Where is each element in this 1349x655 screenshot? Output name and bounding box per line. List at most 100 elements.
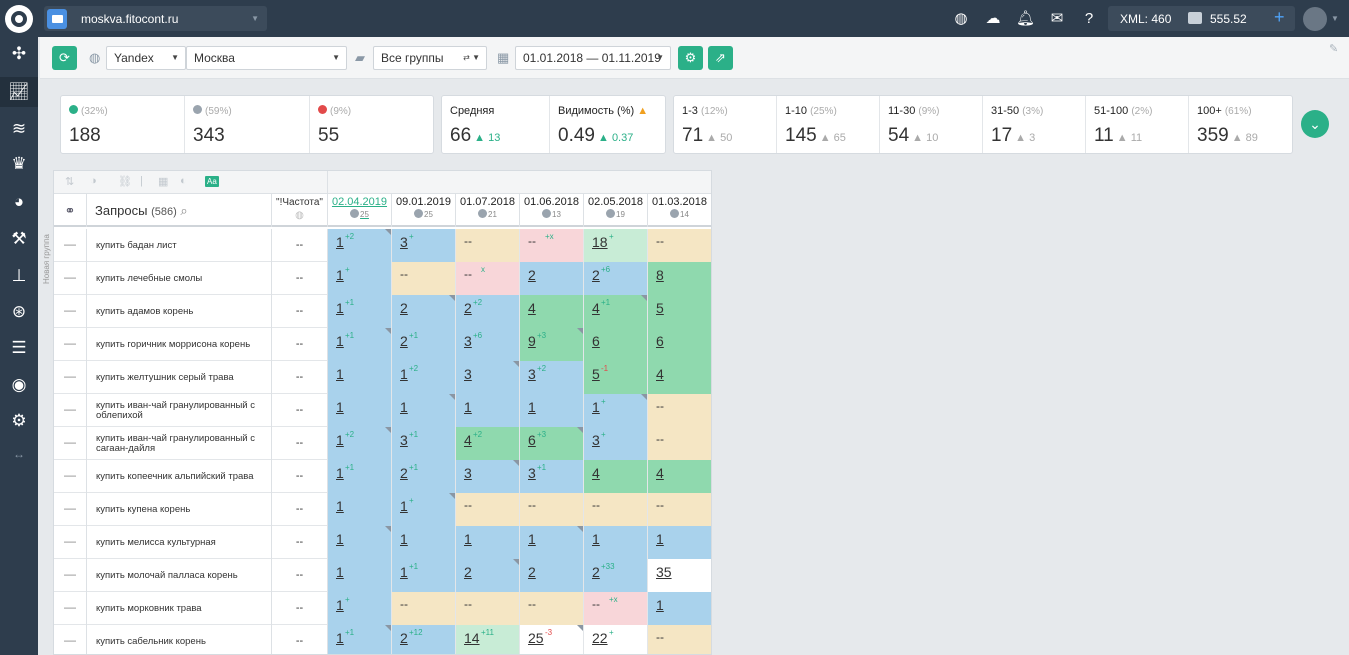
position-value[interactable]: 25 — [528, 630, 544, 646]
position-value[interactable]: -- — [464, 498, 472, 512]
position-value[interactable]: 2 — [400, 300, 408, 316]
position-cell[interactable]: 1 — [648, 592, 711, 625]
position-value[interactable]: 35 — [656, 564, 672, 580]
position-value[interactable]: 4 — [592, 300, 600, 316]
toggle-icon[interactable]: ◑ — [90, 175, 97, 187]
position-value[interactable]: 1 — [528, 531, 536, 547]
lifebuoy-icon[interactable]: ⊛ — [0, 297, 38, 327]
position-value[interactable]: 3 — [528, 366, 536, 382]
position-value[interactable]: 2 — [464, 564, 472, 580]
position-value[interactable]: 5 — [656, 300, 664, 316]
layers-icon[interactable]: ≋ — [0, 114, 38, 144]
position-value[interactable]: -- — [656, 498, 664, 512]
row-menu-button[interactable]: — — [54, 559, 87, 592]
position-cell[interactable]: -- — [456, 592, 520, 625]
help-icon[interactable]: ? — [1080, 10, 1098, 28]
groups-select[interactable]: Все группы ⇄ ▼ — [373, 46, 487, 70]
position-cell[interactable]: -- — [520, 493, 584, 526]
network-icon[interactable]: ✣ — [0, 39, 38, 69]
position-cell[interactable]: 3 + — [584, 427, 648, 460]
chart-icon[interactable]: 📈︎ — [0, 77, 38, 107]
export-button[interactable]: ⇗ — [708, 46, 733, 70]
arrows-icon[interactable]: ↔ — [0, 439, 38, 469]
position-cell[interactable]: 2 +1 — [392, 460, 456, 493]
row-menu-button[interactable]: — — [54, 592, 87, 625]
position-cell[interactable]: -- +x — [584, 592, 648, 625]
position-cell[interactable]: 2 +1 — [392, 328, 456, 361]
position-value[interactable]: 9 — [528, 333, 536, 349]
link-icon[interactable]: ⛓ — [118, 175, 132, 188]
gear-icon[interactable]: ⚙ — [0, 406, 38, 436]
position-cell[interactable]: 3 +1 — [392, 427, 456, 460]
row-menu-button[interactable]: — — [54, 328, 87, 361]
row-menu-button[interactable]: — — [54, 427, 87, 460]
position-value[interactable]: 1 — [336, 432, 344, 448]
refresh-button[interactable]: ⟳ — [52, 46, 77, 70]
position-cell[interactable]: 1 — [648, 526, 711, 559]
position-value[interactable]: -- — [656, 432, 664, 446]
position-cell[interactable]: 3 — [456, 460, 520, 493]
engine-select[interactable]: Yandex ▼ — [106, 46, 186, 70]
position-value[interactable]: 1 — [336, 234, 344, 250]
weather-icon[interactable]: ☁ — [984, 10, 1002, 28]
position-cell[interactable]: -- — [648, 394, 711, 427]
position-value[interactable]: 1 — [336, 399, 344, 415]
position-value[interactable]: 2 — [592, 267, 600, 283]
pie-icon[interactable]: ◕ — [0, 187, 38, 217]
position-cell[interactable]: 9 +3 — [520, 328, 584, 361]
position-cell[interactable]: 5 — [648, 295, 711, 328]
row-menu-button[interactable]: — — [54, 394, 87, 427]
position-cell[interactable]: 1 +1 — [328, 295, 392, 328]
row-menu-button[interactable]: — — [54, 493, 87, 526]
position-value[interactable]: -- — [656, 399, 664, 413]
position-value[interactable]: 1 — [336, 564, 344, 580]
position-value[interactable]: 1 — [592, 399, 600, 415]
contrast-icon[interactable]: ◐ — [180, 175, 187, 187]
position-cell[interactable]: 1 + — [328, 262, 392, 295]
avatar[interactable] — [1303, 7, 1327, 31]
settings-button[interactable]: ⚙ — [678, 46, 703, 70]
position-value[interactable]: 2 — [400, 333, 408, 349]
hammer-icon[interactable]: ⚒ — [0, 224, 38, 254]
position-value[interactable]: 18 — [592, 234, 608, 250]
position-cell[interactable]: 3 +2 — [520, 361, 584, 394]
position-value[interactable]: 2 — [400, 465, 408, 481]
sitemap-icon[interactable]: ⊥ — [0, 261, 38, 291]
position-cell[interactable]: 1 — [456, 394, 520, 427]
position-value[interactable]: 3 — [400, 234, 408, 250]
position-value[interactable]: 1 — [336, 630, 344, 646]
position-cell[interactable]: 2 — [520, 559, 584, 592]
position-value[interactable]: -- — [656, 630, 664, 644]
position-cell[interactable]: 4 — [648, 460, 711, 493]
row-menu-button[interactable]: — — [54, 361, 87, 394]
date-column-header[interactable]: 02.04.2019 25 — [328, 194, 392, 227]
position-value[interactable]: 1 — [656, 597, 664, 613]
position-cell[interactable]: 2 — [520, 262, 584, 295]
position-value[interactable]: 3 — [464, 366, 472, 382]
position-cell[interactable]: 1 — [328, 361, 392, 394]
position-value[interactable]: 3 — [528, 465, 536, 481]
position-cell[interactable]: 1 +2 — [392, 361, 456, 394]
position-value[interactable]: 2 — [400, 630, 408, 646]
date-column-header[interactable]: 01.03.2018 14 — [648, 194, 711, 227]
position-cell[interactable]: 4 — [520, 295, 584, 328]
position-value[interactable]: 1 — [528, 399, 536, 415]
position-value[interactable]: 1 — [336, 465, 344, 481]
chevron-down-icon[interactable]: ▼ — [1331, 14, 1339, 23]
position-value[interactable]: 1 — [336, 267, 344, 283]
link-icon[interactable]: ⚭ — [54, 194, 87, 227]
sort-icon[interactable]: ⇅ — [65, 175, 74, 188]
position-value[interactable]: 3 — [464, 333, 472, 349]
list-icon[interactable]: ☰ — [0, 333, 38, 363]
position-value[interactable]: 4 — [656, 465, 664, 481]
position-value[interactable]: 3 — [592, 432, 600, 448]
position-value[interactable]: 6 — [656, 333, 664, 349]
position-value[interactable]: 22 — [592, 630, 608, 646]
date-column-header[interactable]: 01.06.2018 13 — [520, 194, 584, 227]
position-cell[interactable]: -- — [648, 493, 711, 526]
position-value[interactable]: 6 — [592, 333, 600, 349]
row-menu-button[interactable]: — — [54, 295, 87, 328]
position-cell[interactable]: 1 + — [392, 493, 456, 526]
position-value[interactable]: -- — [464, 267, 472, 281]
position-cell[interactable]: -- — [520, 592, 584, 625]
